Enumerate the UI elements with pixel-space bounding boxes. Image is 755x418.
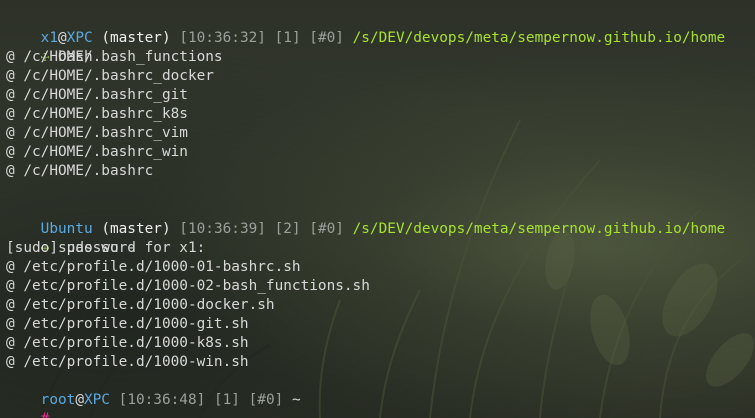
prompt-time: [10:36:39]: [179, 221, 266, 237]
git-branch: (master): [101, 30, 171, 46]
prompt-machine: XPC: [83, 392, 110, 408]
prompt-jobs: [1]: [213, 392, 240, 408]
prompt-line-3: root@XPC [10:36:48] [1] [#0] ~: [6, 372, 301, 408]
prompt-history: [#0]: [309, 30, 344, 46]
prompt-time: [10:36:48]: [118, 392, 206, 408]
output-line: @ /c/HOME/.bashrc_git: [6, 87, 188, 103]
output-line: @ /c/HOME/.bashrc: [6, 163, 154, 179]
output-line: @ /etc/profile.d/1000-docker.sh: [6, 297, 275, 313]
output-line: @ /c/HOME/.bashrc_k8s: [6, 106, 188, 122]
output-line: @ /c/HOME/.bashrc_vim: [6, 125, 188, 141]
command-line-2: ☩ sudo su -: [6, 220, 136, 256]
prompt-history: [#0]: [309, 221, 344, 237]
prompt-line-2: Ubuntu (master) [10:36:39] [2] [#0] /s/D…: [6, 201, 726, 237]
output-line: @ /etc/profile.d/1000-01-bashrc.sh: [6, 259, 301, 275]
prompt-jobs: [1]: [274, 30, 301, 46]
prompt-time: [10:36:32]: [179, 30, 266, 46]
output-line: @ /c/HOME/.bashrc_docker: [6, 68, 214, 84]
output-line: @ /etc/profile.d/1000-git.sh: [6, 316, 249, 332]
output-line: @ /etc/profile.d/1000-win.sh: [6, 354, 249, 370]
command-line-1: ☩ bash: [6, 29, 93, 65]
output-line: @ /etc/profile.d/1000-k8s.sh: [6, 335, 249, 351]
prompt-at: @: [75, 392, 84, 408]
command-input-line[interactable]: #: [6, 391, 50, 418]
root-prompt-hash: #: [41, 411, 50, 418]
prompt-cwd: ~: [291, 392, 301, 408]
terminal-window[interactable]: x1@XPC (master) [10:36:32] [1] [#0] /s/D…: [0, 0, 755, 418]
sudo-password-prompt: [sudo] password for x1:: [6, 240, 206, 256]
prompt-cwd: /s/DEV/devops/meta/sempernow.github.io/h…: [352, 30, 726, 46]
prompt-cwd: /s/DEV/devops/meta/sempernow.github.io/h…: [352, 221, 726, 237]
output-line: @ /c/HOME/.bash_functions: [6, 49, 223, 65]
output-line: @ /etc/profile.d/1000-02-bash_functions.…: [6, 278, 370, 294]
output-line: @ /c/HOME/.bashrc_win: [6, 144, 188, 160]
prompt-line-1: x1@XPC (master) [10:36:32] [1] [#0] /s/D…: [6, 10, 726, 46]
prompt-jobs: [2]: [274, 221, 301, 237]
prompt-history: [#0]: [248, 392, 284, 408]
